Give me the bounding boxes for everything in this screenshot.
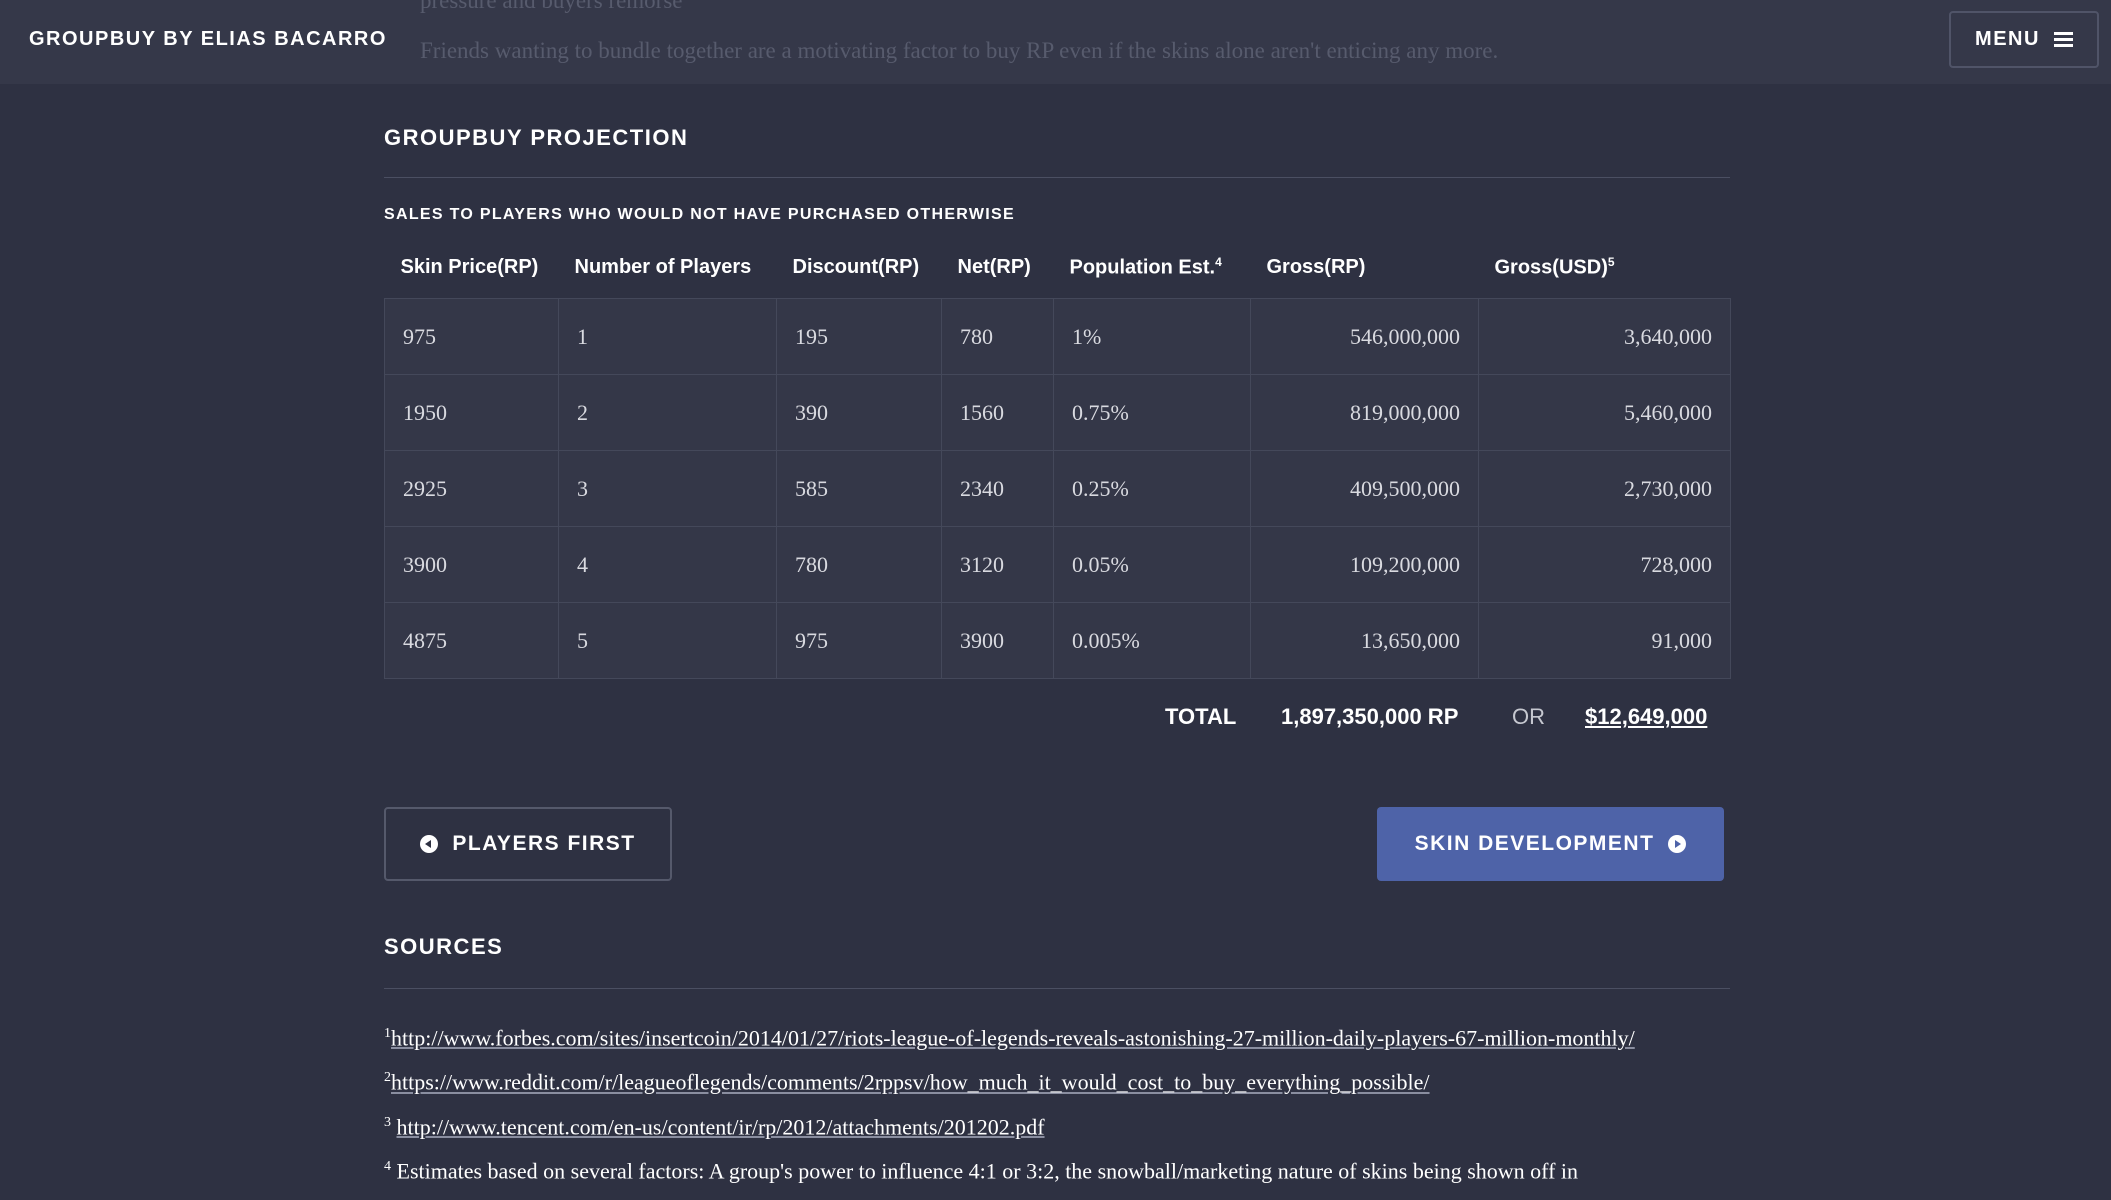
table-header-row: Skin Price(RP) Number of Players Discoun… [385, 236, 1731, 299]
column-header: Net(RP) [957, 255, 1031, 278]
table-cell: 3 [558, 450, 777, 527]
players-first-button[interactable]: PLAYERS FIRST [384, 807, 672, 881]
table-cell: 1 [558, 298, 777, 375]
source-item: 2https://www.reddit.com/r/leagueoflegend… [384, 1058, 1730, 1102]
table-cell: 13,650,000 [1250, 602, 1479, 679]
table-cell: 2,730,000 [1478, 450, 1731, 527]
sources-list: 1http://www.forbes.com/sites/insertcoin/… [384, 1014, 1730, 1191]
table-cell: 585 [776, 450, 942, 527]
table-row: 4875 5 975 3900 0.005% 13,650,000 91,000 [384, 602, 1731, 679]
footnote-number: 1 [384, 1026, 391, 1041]
table-cell: 546,000,000 [1250, 298, 1479, 375]
table-cell: 2 [558, 374, 777, 451]
table-row: 2925 3 585 2340 0.25% 409,500,000 2,730,… [384, 450, 1731, 527]
table-row: 3900 4 780 3120 0.05% 109,200,000 728,00… [384, 526, 1731, 603]
table-cell: 409,500,000 [1250, 450, 1479, 527]
site-brand[interactable]: GROUPBUY BY ELIAS BACARRO [29, 28, 387, 51]
arrow-circle-left-icon [420, 835, 439, 853]
table-cell: 3900 [384, 526, 559, 603]
source-link[interactable]: http://www.tencent.com/en-us/content/ir/… [397, 1114, 1045, 1139]
hamburger-icon [2053, 32, 2073, 47]
projection-table: Skin Price(RP) Number of Players Discoun… [384, 236, 1731, 679]
table-cell: 2340 [941, 450, 1054, 527]
source-link[interactable]: https://www.reddit.com/r/leagueoflegends… [391, 1070, 1430, 1095]
total-label: TOTAL [1165, 704, 1237, 729]
column-header: Population Est.4 [1069, 254, 1222, 279]
table-cell: 1950 [384, 374, 559, 451]
table-cell: 2925 [384, 450, 559, 527]
players-first-label: PLAYERS FIRST [452, 832, 636, 855]
footnote-number: 2 [384, 1070, 391, 1086]
table-cell: 780 [776, 526, 942, 603]
footnote-ref[interactable]: 4 [1215, 255, 1222, 269]
section-title-sources: SOURCES [384, 934, 504, 959]
menu-label: MENU [1975, 28, 2040, 50]
table-cell: 3,640,000 [1478, 298, 1731, 375]
column-header: Gross(RP) [1266, 255, 1366, 278]
footnote-ref[interactable]: 5 [1608, 255, 1615, 269]
total-or-text: OR [1512, 704, 1545, 729]
menu-button[interactable]: MENU [1949, 11, 2099, 68]
source-item: 1http://www.forbes.com/sites/insertcoin/… [384, 1014, 1730, 1058]
table-cell: 0.005% [1053, 602, 1251, 679]
table-cell: 780 [941, 298, 1054, 375]
total-rp-value: 1,897,350,000 RP [1281, 704, 1459, 729]
table-cell: 390 [776, 374, 942, 451]
projection-table-wrapper: Skin Price(RP) Number of Players Discoun… [384, 236, 1731, 679]
table-cell: 728,000 [1478, 526, 1731, 603]
table-cell: 975 [776, 602, 942, 679]
table-cell: 3120 [941, 526, 1054, 603]
column-header: Gross(USD)5 [1494, 254, 1615, 279]
table-cell: 975 [384, 298, 559, 375]
table-cell: 3900 [941, 602, 1054, 679]
table-cell: 1% [1053, 298, 1251, 375]
table-cell: 0.25% [1053, 450, 1251, 527]
table-cell: 1560 [941, 374, 1054, 451]
table-row: 1950 2 390 1560 0.75% 819,000,000 5,460,… [384, 374, 1731, 451]
divider [384, 988, 1730, 989]
ghost-text-line: pressure and buyers remorse [420, 0, 683, 13]
scrolled-content-behind-navbar: pressure and buyers remorse Friends want… [420, 0, 1720, 84]
arrow-circle-right-icon [1668, 835, 1687, 853]
table-row: 975 1 195 780 1% 546,000,000 3,640,000 [384, 298, 1731, 375]
table-cell: 91,000 [1478, 602, 1731, 679]
skin-development-button[interactable]: SKIN DEVELOPMENT [1377, 807, 1724, 881]
top-navbar: pressure and buyers remorse Friends want… [0, 0, 2111, 84]
skin-development-label: SKIN DEVELOPMENT [1414, 832, 1655, 855]
column-header: Skin Price(RP) [400, 255, 539, 278]
table-cell: 5 [558, 602, 777, 679]
table-cell: 5,460,000 [1478, 374, 1731, 451]
section-title-groupbuy-projection: GROUPBUY PROJECTION [384, 125, 689, 150]
source-text: Estimates based on several factors: A gr… [396, 1158, 1579, 1184]
column-header: Discount(RP) [792, 255, 920, 278]
total-usd-value: $12,649,000 [1585, 704, 1708, 729]
footnote-number: 4 [384, 1158, 391, 1174]
total-summary: TOTAL 1,897,350,000 RP OR $12,649,000 [384, 704, 1730, 744]
table-cell: 4875 [384, 602, 559, 679]
source-item: 3 http://www.tencent.com/en-us/content/i… [384, 1103, 1730, 1147]
table-cell: 4 [558, 526, 777, 603]
ghost-text-line: Friends wanting to bundle together are a… [420, 38, 1499, 63]
table-cell: 819,000,000 [1250, 374, 1479, 451]
table-cell: 0.75% [1053, 374, 1251, 451]
column-header: Number of Players [574, 255, 752, 278]
table-cell: 195 [776, 298, 942, 375]
table-cell: 0.05% [1053, 526, 1251, 603]
source-link[interactable]: http://www.forbes.com/sites/insertcoin/2… [391, 1025, 1635, 1050]
divider [384, 177, 1730, 178]
table-cell: 109,200,000 [1250, 526, 1479, 603]
footnote-number: 3 [384, 1114, 391, 1130]
table-subtitle: SALES TO PLAYERS WHO WOULD NOT HAVE PURC… [384, 206, 1015, 223]
source-item: 4 Estimates based on several factors: A … [384, 1147, 1730, 1191]
